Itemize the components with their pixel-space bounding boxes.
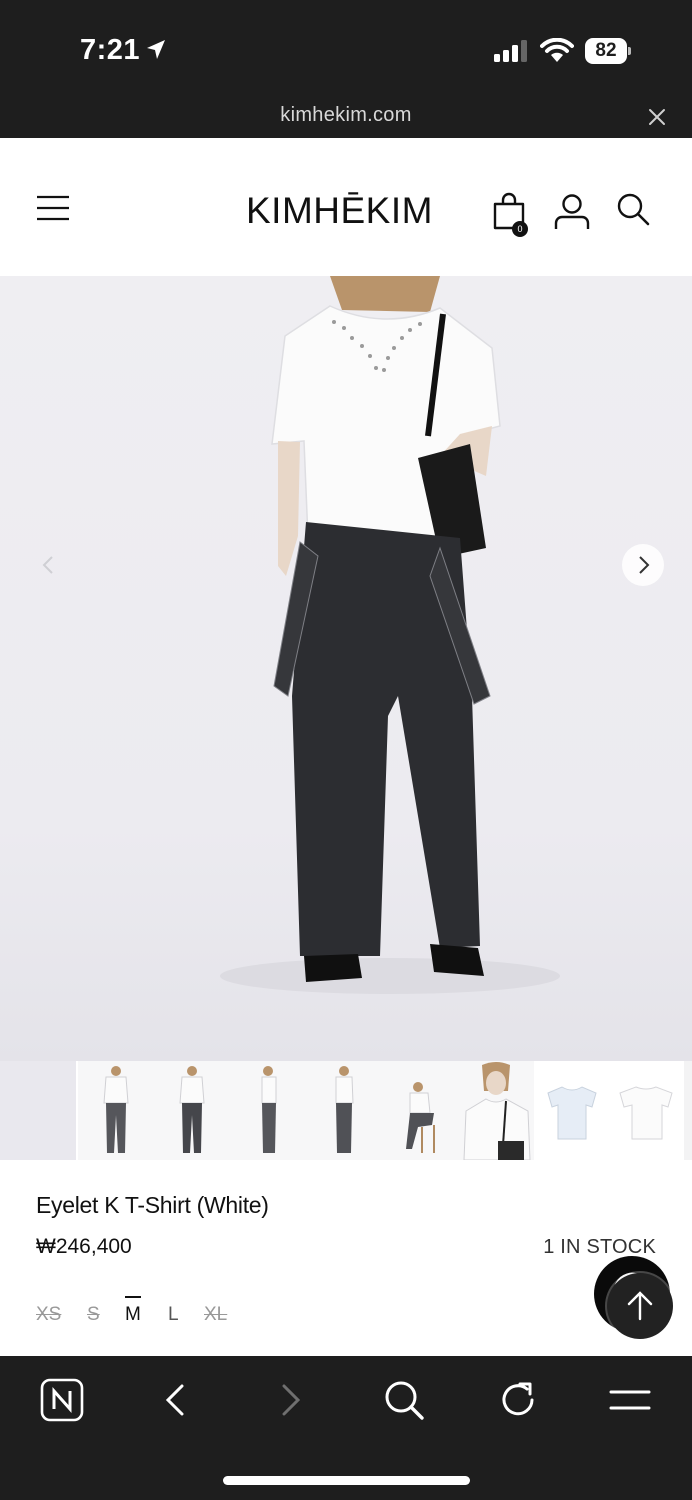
thumbnail-item[interactable] [0,1061,76,1160]
thumbnail-closeup [458,1061,534,1160]
thumbnail-item[interactable] [458,1061,534,1160]
forward-arrow-icon[interactable] [268,1378,312,1422]
battery-level: 82 [585,38,627,64]
cellular-signal-icon [494,40,527,62]
thumbnail-flat-tshirt [534,1061,610,1160]
thumbnail-item[interactable] [534,1061,610,1160]
thumbnail-item[interactable] [78,1061,154,1160]
battery-nub [628,47,631,55]
account-icon[interactable] [554,193,590,231]
browser-bottom-toolbar [0,1356,692,1500]
page-root: 7:21 82 kimhekim.com KIMHĒKIM 0 Eyelet K… [0,0,692,1500]
selected-size-indicator [125,1296,141,1298]
product-price: ₩246,400 [36,1235,132,1258]
thumbnail-item[interactable] [610,1061,686,1160]
thumbnail-item[interactable] [230,1061,306,1160]
size-option-s[interactable]: S [87,1304,100,1326]
thumbnail-item[interactable] [306,1061,382,1160]
back-arrow-icon[interactable] [154,1378,198,1422]
product-image-carousel[interactable] [0,276,692,1061]
hamburger-menu-icon[interactable] [36,195,70,221]
site-header: KIMHĒKIM 0 [0,138,692,276]
location-arrow-icon [147,40,165,59]
thumbnail-item[interactable] [382,1061,458,1160]
search-icon[interactable] [616,192,650,226]
home-indicator [223,1476,470,1485]
reload-icon[interactable] [496,1378,540,1422]
thumbnail-model [230,1061,306,1160]
product-photo-model [220,276,560,994]
carousel-next-button[interactable] [622,544,664,586]
thumbnail-item[interactable] [154,1061,230,1160]
close-icon[interactable] [648,108,666,126]
arrow-up-icon [627,1291,653,1321]
wifi-icon [540,38,574,62]
thumbnail-flat-tshirt [610,1061,686,1160]
scroll-to-top-button[interactable] [607,1273,673,1339]
brand-logo[interactable]: KIMHĒKIM [246,190,433,232]
thumbnail-model [154,1061,230,1160]
size-option-xs[interactable]: XS [36,1304,61,1326]
status-time: 7:21 [80,34,141,66]
size-option-xl[interactable]: XL [204,1304,227,1326]
thumbnail-model [306,1061,382,1160]
cart-count-badge: 0 [512,221,528,237]
size-option-l[interactable]: L [168,1304,179,1326]
thumbnail-model-seated [382,1061,458,1160]
product-name: Eyelet K T-Shirt (White) [36,1192,269,1218]
size-option-m[interactable]: M [125,1304,141,1326]
naver-icon[interactable] [40,1378,84,1422]
chevron-right-icon [639,556,650,574]
thumbnail-item[interactable] [684,1061,692,1160]
battery-indicator: 82 [585,38,631,64]
url-display[interactable]: kimhekim.com [0,104,692,127]
thumbnail-model [78,1061,154,1160]
carousel-prev-icon[interactable] [34,551,62,579]
search-icon[interactable] [382,1378,426,1422]
thumbnail-strip [0,1061,692,1160]
browser-top-bar: 7:21 82 kimhekim.com [0,0,692,138]
menu-icon[interactable] [608,1378,652,1422]
product-info: Eyelet K T-Shirt (White) ₩246,400 1 IN S… [0,1160,692,1356]
